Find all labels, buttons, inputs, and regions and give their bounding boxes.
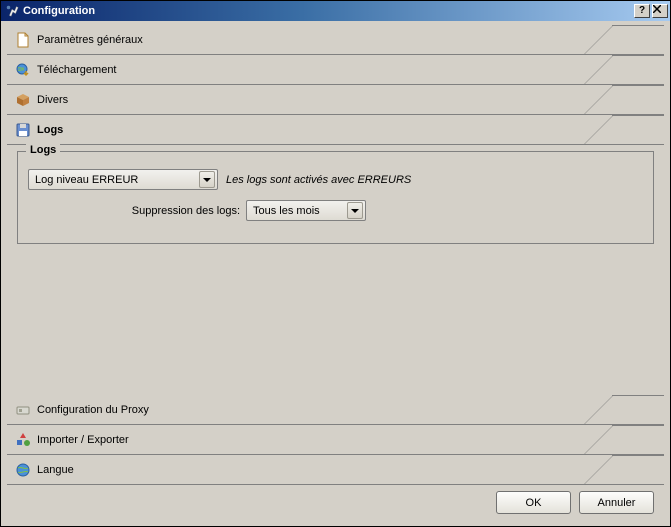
disk-icon — [15, 122, 31, 138]
tab-label: Téléchargement — [37, 64, 117, 76]
tab-import-export[interactable]: Importer / Exporter — [7, 425, 664, 455]
proxy-icon — [15, 402, 31, 418]
close-button[interactable] — [652, 4, 668, 18]
combo-value: Log niveau ERREUR — [35, 174, 138, 186]
cancel-button[interactable]: Annuler — [579, 491, 654, 514]
combo-value: Tous les mois — [253, 205, 320, 217]
tab-misc[interactable]: Divers — [7, 85, 664, 115]
ok-button[interactable]: OK — [496, 491, 571, 514]
globe-download-icon — [15, 62, 31, 78]
groupbox-title: Logs — [26, 144, 60, 156]
purge-label: Suppression des logs: — [28, 205, 246, 217]
document-icon — [15, 32, 31, 48]
tab-label: Langue — [37, 464, 74, 476]
tab-proxy[interactable]: Configuration du Proxy — [7, 395, 664, 425]
tab-label: Paramètres généraux — [37, 34, 143, 46]
tab-label: Logs — [37, 124, 63, 136]
tab-language[interactable]: Langue — [7, 455, 664, 485]
globe-icon — [15, 462, 31, 478]
window-title: Configuration — [23, 5, 632, 17]
tab-label: Configuration du Proxy — [37, 404, 149, 416]
titlebar: Configuration ? — [1, 1, 670, 21]
chevron-down-icon — [347, 202, 363, 219]
tab-general[interactable]: Paramètres généraux — [7, 25, 664, 55]
log-purge-combo[interactable]: Tous les mois — [246, 200, 366, 221]
box-icon — [15, 92, 31, 108]
log-level-combo[interactable]: Log niveau ERREUR — [28, 169, 218, 190]
logs-groupbox: Logs Log niveau ERREUR Les logs sont act… — [17, 151, 654, 244]
log-status-hint: Les logs sont activés avec ERREURS — [226, 174, 411, 186]
logs-panel: Logs Log niveau ERREUR Les logs sont act… — [7, 145, 664, 276]
tab-download[interactable]: Téléchargement — [7, 55, 664, 85]
chevron-down-icon — [199, 171, 215, 188]
shapes-icon — [15, 432, 31, 448]
tab-label: Divers — [37, 94, 68, 106]
config-icon — [5, 4, 19, 18]
tab-logs[interactable]: Logs — [7, 115, 664, 145]
help-button[interactable]: ? — [634, 4, 650, 18]
tab-label: Importer / Exporter — [37, 434, 129, 446]
